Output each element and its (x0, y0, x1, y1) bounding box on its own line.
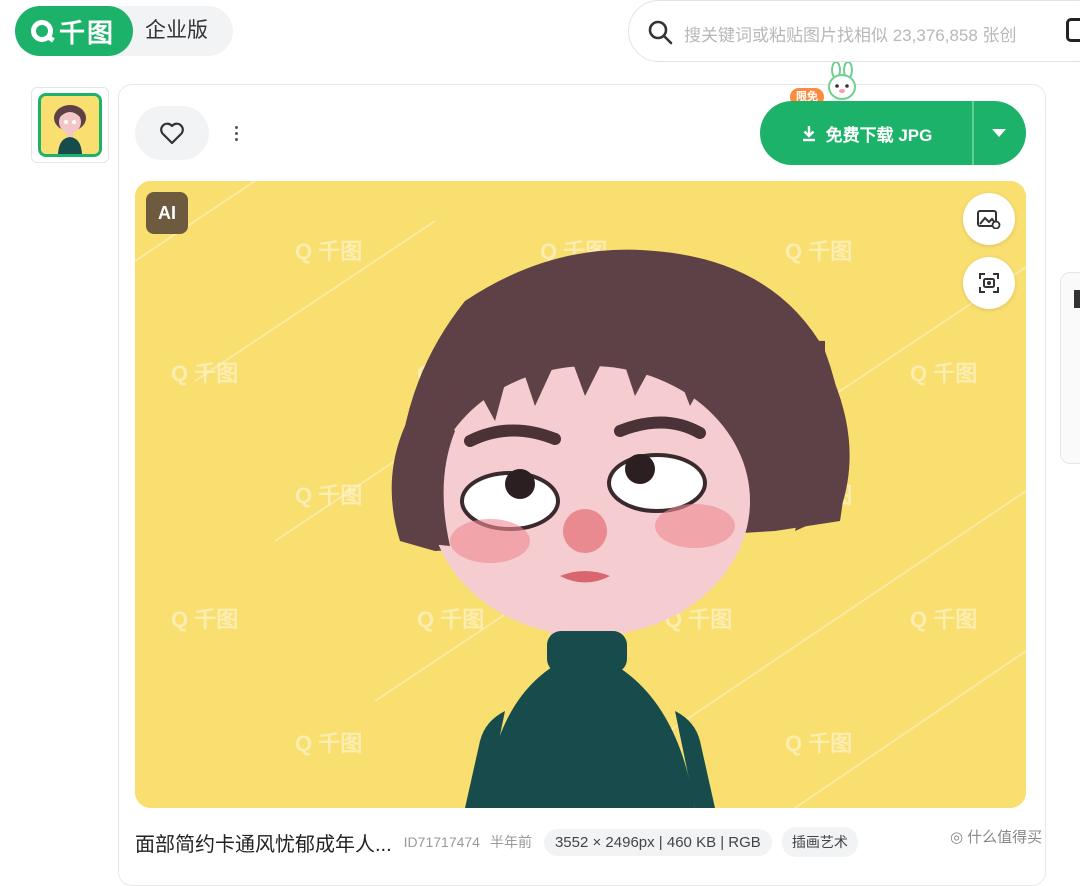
search-icon (648, 20, 673, 45)
svg-text:Q 千图: Q 千图 (295, 239, 362, 264)
site-watermark-text: 什么值得买 (967, 829, 1043, 846)
watermark-icon: ◎ (950, 828, 964, 846)
svg-text:Q 千图: Q 千图 (910, 361, 977, 386)
image-spec-badge: 3552 × 2496px | 460 KB | RGB (543, 828, 772, 856)
image-id: ID71717474 (403, 834, 480, 850)
main-image[interactable]: Q 千图 Q 千图 Q 千图 Q 千图 Q 千图 Q 千图 Q 千图 Q 千图 Q 千图 Q… (135, 181, 1026, 808)
ai-badge-label: AI (158, 202, 176, 223)
download-icon (802, 126, 815, 142)
qiantu-logo[interactable]: 千图 (15, 6, 133, 56)
svg-text:Q 千图: Q 千图 (417, 607, 484, 632)
caret-down-icon (992, 129, 1006, 137)
ai-generated-badge: AI (146, 192, 188, 234)
svg-text:Q 千图: Q 千图 (171, 607, 238, 632)
svg-text:Q 千图: Q 千图 (785, 239, 852, 264)
search-input[interactable]: 搜关键词或粘贴图片找相似 23,376,858 张创 (684, 21, 1017, 46)
thumbnail-illustration (41, 96, 99, 154)
upload-time: 半年前 (489, 834, 532, 850)
logo-group: 千图 企业版 (15, 6, 233, 56)
download-label: 免费下载 JPG (825, 125, 933, 145)
svg-text:Q 千图: Q 千图 (171, 361, 238, 386)
image-meta-row: 面部简约卡通风忧郁成年人... ID71717474 半年前 3552 × 24… (135, 826, 858, 858)
more-vertical-icon (234, 125, 238, 129)
more-options-button[interactable] (226, 118, 246, 148)
svg-text:Q 千图: Q 千图 (295, 483, 362, 508)
download-button[interactable]: 免费下载 JPG (760, 101, 972, 165)
search-bar[interactable]: 搜关键词或粘贴图片找相似 23,376,858 张创 (628, 0, 1080, 62)
download-format-dropdown[interactable] (972, 101, 1026, 165)
rabbit-mascot-icon (828, 62, 856, 100)
svg-text:Q 千图: Q 千图 (785, 731, 852, 756)
image-search-icon (977, 210, 1001, 229)
logo-text: 千图 (59, 17, 116, 48)
heart-icon (160, 122, 184, 145)
side-panel-marker (1074, 290, 1080, 308)
logo-q-icon (31, 20, 53, 42)
favorite-button[interactable] (135, 106, 209, 160)
category-tag[interactable]: 插画艺术 (781, 827, 858, 857)
site-watermark: ◎ 什么值得买 (950, 826, 1042, 847)
camera-scan-icon (979, 273, 999, 293)
svg-text:Q 千图: Q 千图 (295, 731, 362, 756)
thumbnail-selected[interactable] (38, 93, 102, 157)
screenshot-search-button[interactable] (963, 257, 1015, 309)
download-button-group: 免费下载 JPG (760, 101, 1026, 165)
enterprise-link[interactable]: 企业版 (145, 6, 208, 56)
image-search-camera-icon[interactable] (1066, 18, 1080, 42)
svg-text:Q 千图: Q 千图 (910, 607, 977, 632)
find-similar-button[interactable] (963, 193, 1015, 245)
image-title[interactable]: 面部简约卡通风忧郁成年人... (135, 828, 392, 857)
girl-illustration: Q 千图 Q 千图 Q 千图 Q 千图 Q 千图 Q 千图 Q 千图 Q 千图 Q 千图 Q… (135, 181, 1026, 808)
